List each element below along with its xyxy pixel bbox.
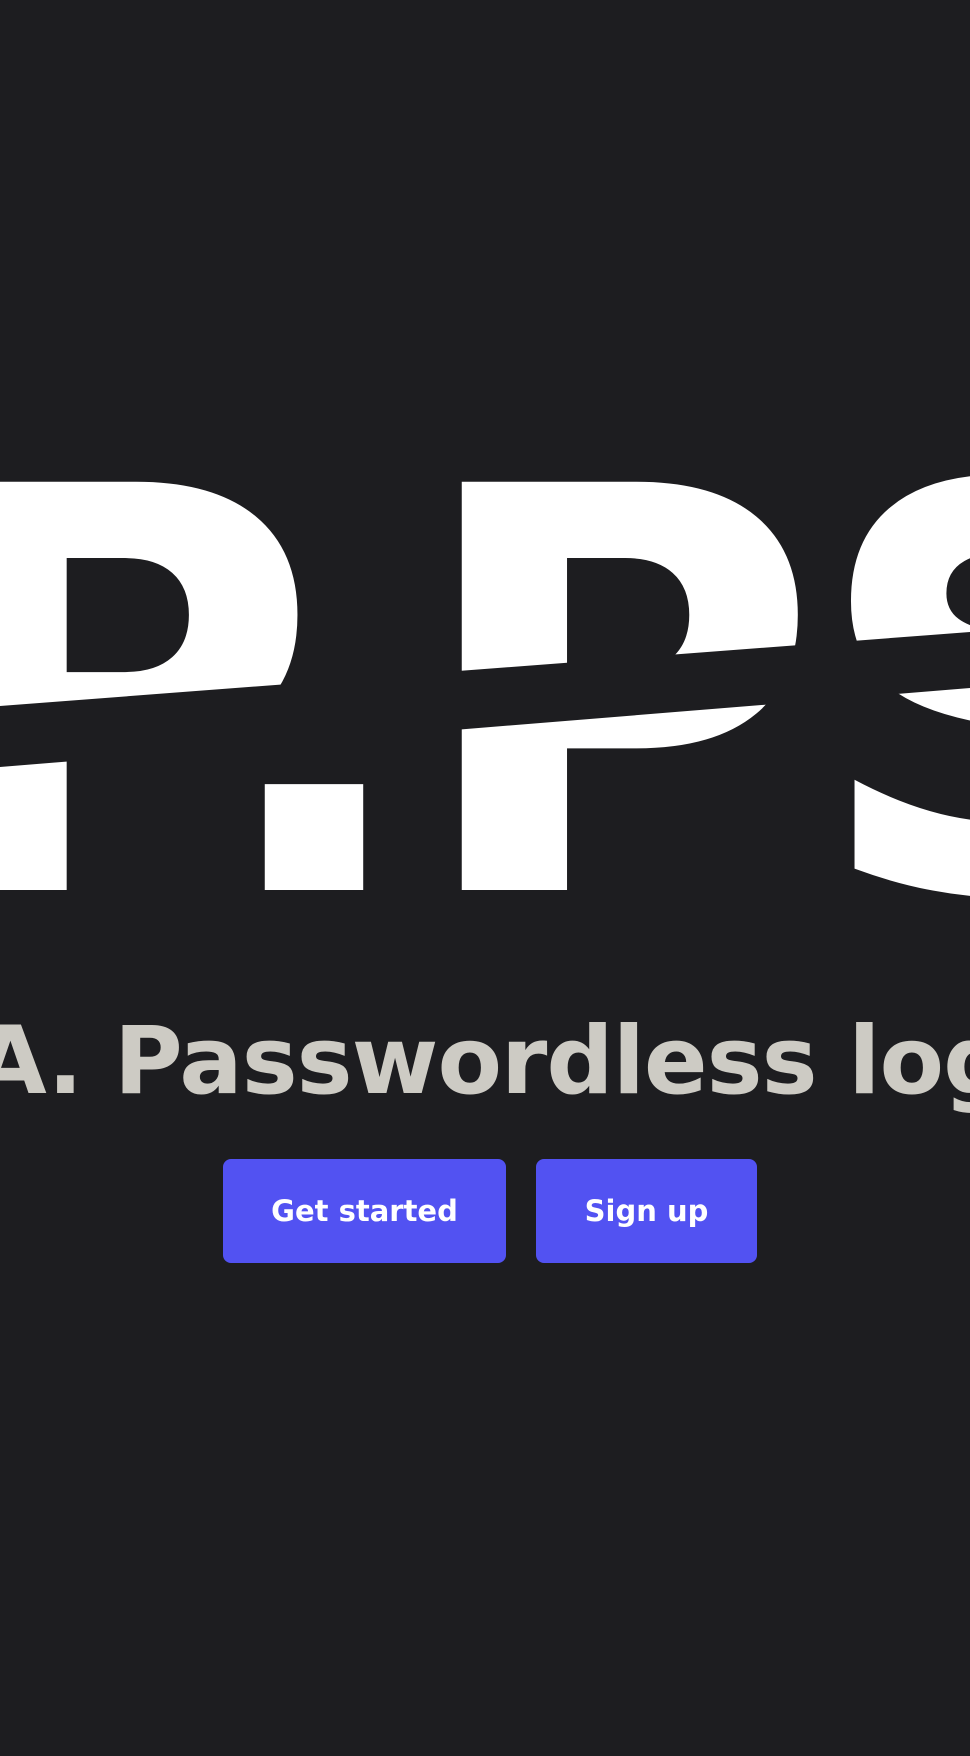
tagline-container: A. Passwordless login [0,1006,970,1136]
logo-graphic: P.PSW P.PSW [0,470,970,910]
get-started-button[interactable]: Get started [223,1159,506,1263]
hero-actions: Get started Sign up [223,1159,757,1263]
sign-up-button[interactable]: Sign up [536,1159,757,1263]
tagline: A. Passwordless login [0,1007,970,1116]
hero-logo: P.PSW P.PSW [0,470,970,910]
